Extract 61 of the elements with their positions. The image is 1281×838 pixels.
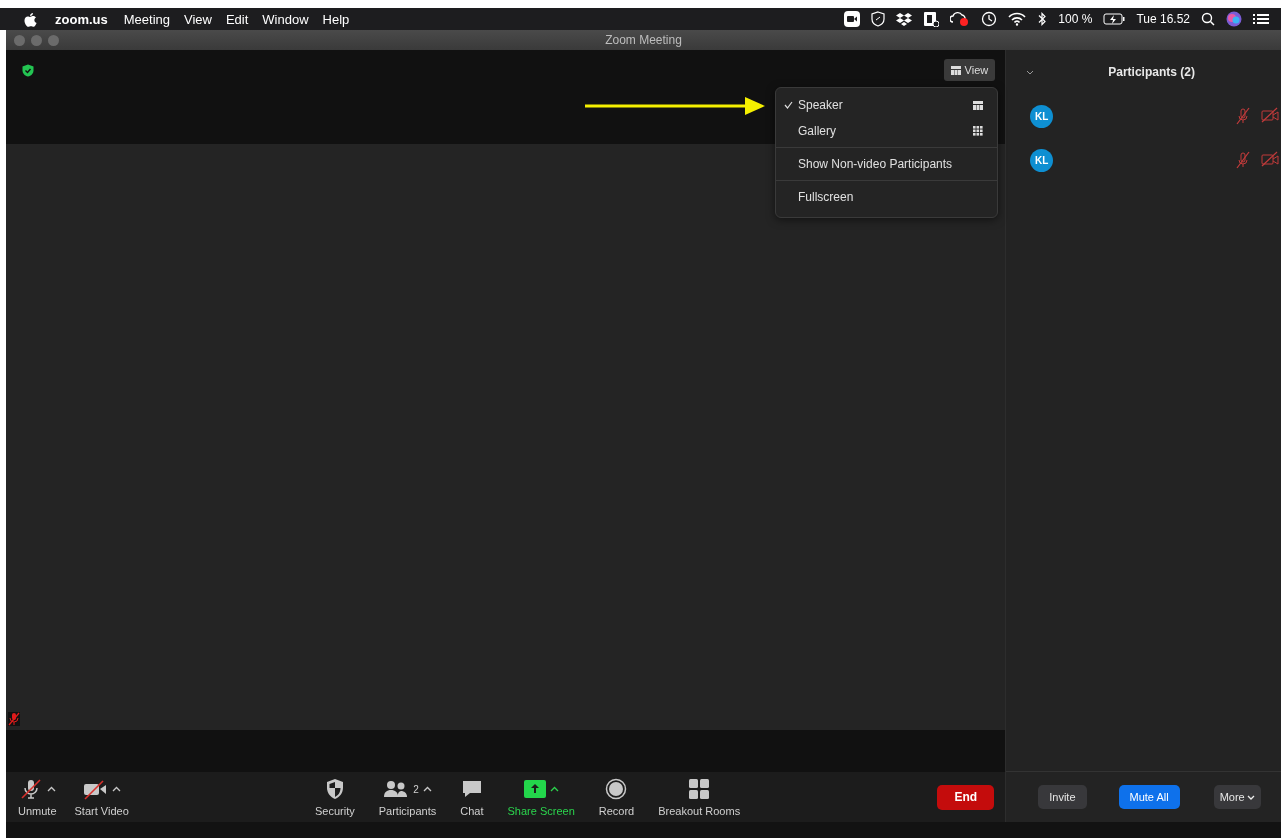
- caret-icon[interactable]: [46, 786, 56, 792]
- end-button[interactable]: End: [937, 784, 995, 810]
- chat-button[interactable]: Chat: [460, 777, 484, 817]
- video-camera-icon[interactable]: [844, 11, 861, 27]
- battery-percentage: 100 %: [1058, 12, 1093, 26]
- people-icon[interactable]: [383, 779, 410, 799]
- list-icon[interactable]: [1253, 13, 1269, 25]
- grid-icon: [950, 65, 961, 75]
- battery-icon[interactable]: [1103, 13, 1126, 25]
- breakout-button[interactable]: Breakout Rooms: [658, 777, 741, 817]
- boxes-icon[interactable]: [896, 12, 913, 26]
- menu-item[interactable]: Show Non-video Participants: [776, 151, 997, 177]
- caret-icon[interactable]: [422, 786, 432, 792]
- start-video-button[interactable]: Start Video: [74, 777, 129, 817]
- menu-item[interactable]: Fullscreen: [776, 184, 997, 210]
- share-button[interactable]: Share Screen: [507, 777, 575, 817]
- menu-item[interactable]: Edit: [225, 11, 249, 27]
- menu-item[interactable]: Help: [322, 11, 350, 27]
- cloud-record-icon[interactable]: [950, 11, 971, 27]
- search-icon[interactable]: [1201, 12, 1215, 26]
- view-button[interactable]: View: [943, 59, 996, 81]
- invite-button[interactable]: Invite: [1038, 785, 1087, 809]
- more-button[interactable]: More: [1213, 785, 1261, 809]
- chevron-down-icon: [1246, 794, 1255, 800]
- menu-item[interactable]: Gallery: [776, 118, 997, 144]
- shield-icon[interactable]: [871, 11, 886, 27]
- document-check-icon[interactable]: [923, 11, 940, 27]
- caret-icon[interactable]: [112, 786, 122, 792]
- shield-icon[interactable]: [324, 778, 345, 800]
- grid-icon: [973, 126, 983, 136]
- mute-all-button[interactable]: Mute All: [1118, 785, 1180, 809]
- participant-count: 2: [413, 783, 419, 795]
- history-clock-icon[interactable]: [981, 11, 998, 27]
- speaker-view-icon: [973, 100, 983, 110]
- menu-item[interactable]: Meeting: [123, 11, 170, 27]
- participants-button[interactable]: 2 Participants: [378, 777, 437, 817]
- bluetooth-icon[interactable]: [1037, 11, 1048, 27]
- avatar: KL: [1030, 104, 1054, 128]
- menu-item[interactable]: zoom.us: [55, 11, 108, 27]
- window-title: Zoom Meeting: [605, 33, 682, 47]
- record-button[interactable]: Record: [598, 777, 635, 817]
- share-screen-icon[interactable]: [523, 780, 546, 798]
- menu-item[interactable]: View: [184, 11, 212, 27]
- avatar: KL: [1030, 148, 1054, 172]
- video-off-icon[interactable]: [82, 777, 109, 801]
- clock[interactable]: Tue 16.52: [1136, 12, 1190, 26]
- caret-icon[interactable]: [549, 786, 559, 792]
- speech-bubble-icon[interactable]: [460, 779, 483, 799]
- security-button[interactable]: Security: [315, 777, 355, 817]
- menu-item[interactable]: Speaker: [776, 92, 997, 118]
- menu-item[interactable]: Window: [262, 11, 309, 27]
- record-icon[interactable]: [605, 778, 628, 800]
- apple-icon[interactable]: [24, 11, 37, 27]
- panel-title: Participants (2): [1107, 65, 1195, 79]
- wifi-icon[interactable]: [1008, 12, 1027, 26]
- unmute-button[interactable]: Unmute: [18, 777, 57, 817]
- chevron-down-icon[interactable]: [1026, 69, 1035, 75]
- shield-check-icon: [22, 64, 34, 77]
- muted-mic-icon: [8, 712, 20, 726]
- orb-icon[interactable]: [1226, 11, 1242, 27]
- four-squares-icon[interactable]: [689, 779, 710, 799]
